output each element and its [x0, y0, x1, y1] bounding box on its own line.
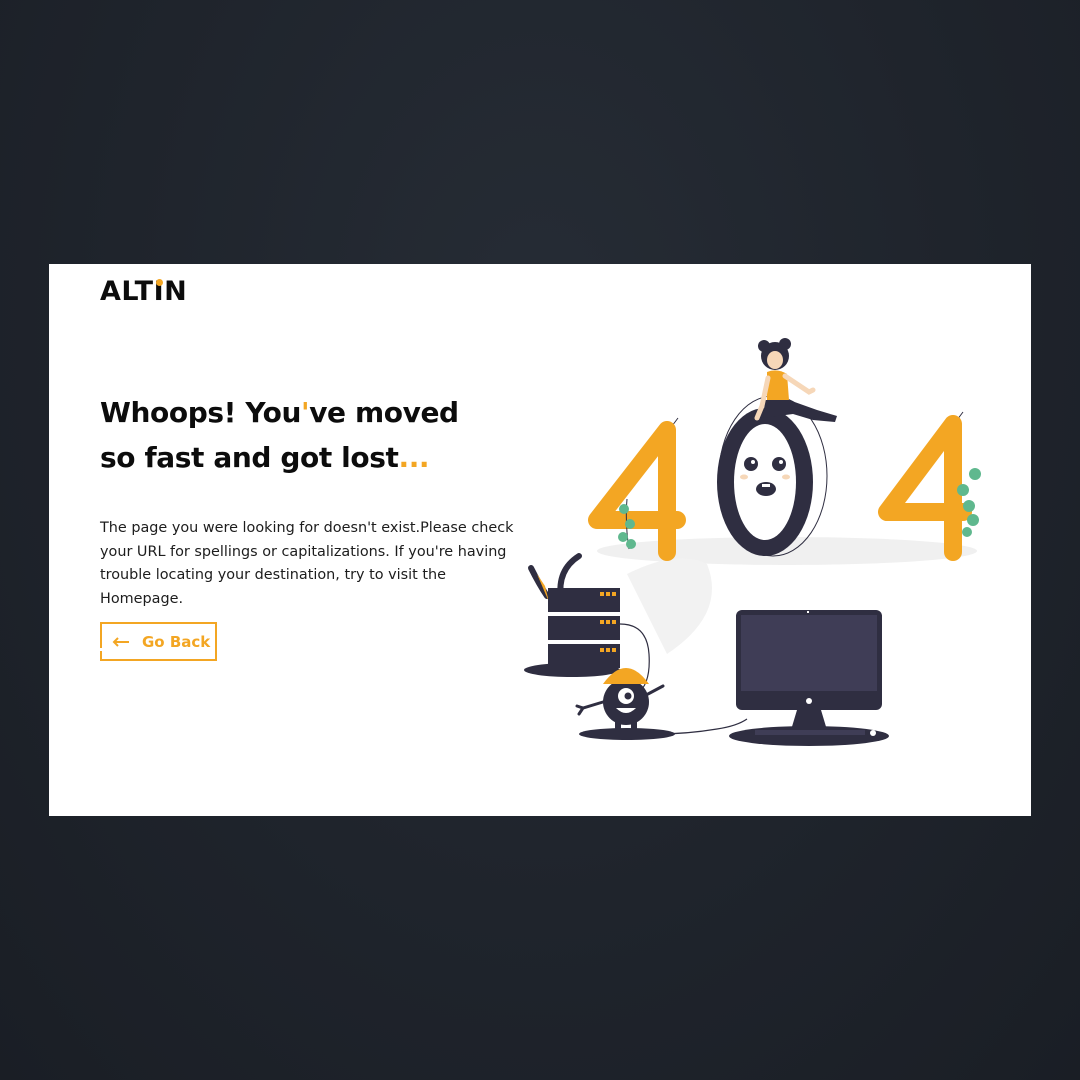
digit-4-left	[588, 417, 686, 561]
left-eye-icon	[744, 457, 758, 471]
server-rack-icon	[524, 553, 620, 677]
title-apostrophe: '	[301, 396, 310, 429]
title-ellipsis: ...	[398, 441, 430, 474]
title-line-2: so fast and got lost	[100, 441, 399, 474]
sitting-woman-figure	[754, 338, 837, 422]
monitor-icon	[729, 610, 889, 746]
right-eye-icon	[772, 457, 786, 471]
404-illustration	[524, 338, 981, 746]
backdrop-shape	[627, 558, 712, 654]
logo-i: I	[153, 276, 165, 307]
arrow-left-icon	[112, 636, 129, 647]
cyclops-monster-figure	[575, 668, 675, 740]
digit-4-right	[878, 411, 972, 561]
brand-logo[interactable]: ALTI N	[100, 276, 187, 307]
title-part-2: ve moved	[309, 396, 459, 429]
title-part-1: Whoops! You	[100, 396, 301, 429]
button-border-notch	[100, 648, 116, 651]
error-card: ALTI N Whoops! You've moved so fast and g…	[49, 264, 1031, 816]
go-back-button[interactable]: Go Back	[100, 622, 217, 661]
page-title: Whoops! You've moved so fast and got los…	[100, 390, 500, 480]
logo-text-suffix: N	[164, 276, 188, 307]
logo-dot-icon	[155, 279, 163, 286]
error-description: The page you were looking for doesn't ex…	[100, 520, 514, 607]
logo-text-prefix: ALT	[100, 276, 154, 307]
go-back-label: Go Back	[142, 632, 211, 651]
digit-0-face	[717, 395, 828, 557]
